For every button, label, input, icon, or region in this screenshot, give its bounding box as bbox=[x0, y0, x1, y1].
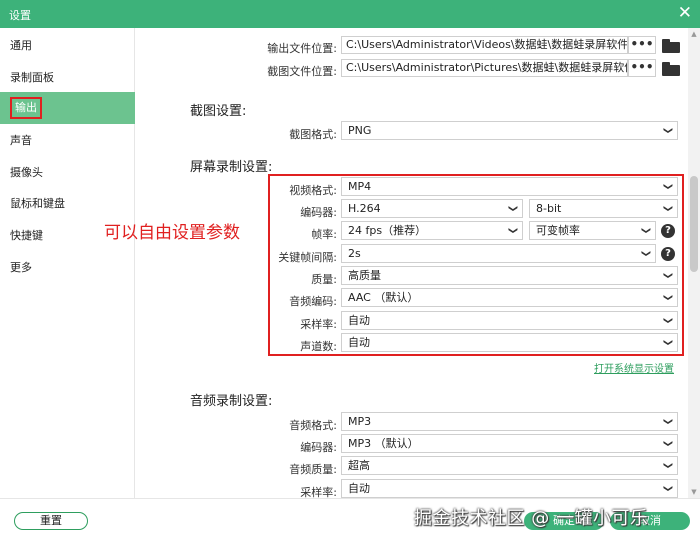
screen-recording-settings-title: 屏幕录制设置: bbox=[190, 160, 273, 175]
select-value: 超高 bbox=[348, 459, 370, 472]
audio-format-select[interactable]: MP3 ❯ bbox=[341, 412, 678, 431]
scroll-down-icon[interactable]: ▼ bbox=[690, 488, 698, 496]
footer: 重置 确定 取消 掘金技术社区 @ 一罐小可乐 bbox=[0, 498, 700, 543]
chevron-down-icon: ❯ bbox=[662, 484, 673, 493]
sidebar-item-label: 鼠标和键盘 bbox=[10, 197, 65, 210]
window-title: 设置 bbox=[9, 9, 31, 22]
screenshot-format-select[interactable]: PNG ❯ bbox=[341, 121, 678, 140]
annotation-highlight-box bbox=[268, 174, 684, 356]
audio-quality-label: 音频质量: bbox=[289, 463, 337, 476]
audio-recording-settings-title: 音频录制设置: bbox=[190, 394, 273, 409]
chevron-down-icon: ❯ bbox=[662, 126, 673, 135]
sidebar-item-label: 声音 bbox=[10, 134, 32, 147]
scroll-thumb[interactable] bbox=[690, 176, 698, 272]
open-display-settings-link[interactable]: 打开系统显示设置 bbox=[594, 360, 674, 375]
watermark: 掘金技术社区 @ 一罐小可乐 bbox=[414, 508, 649, 529]
title-bar: 设置 ✕ bbox=[0, 0, 700, 28]
close-icon[interactable]: ✕ bbox=[678, 3, 692, 23]
browse-output-button[interactable]: ••• bbox=[628, 36, 656, 54]
sidebar-item-sound[interactable]: 声音 bbox=[0, 125, 135, 157]
select-value: PNG bbox=[348, 124, 372, 137]
folder-icon[interactable] bbox=[662, 39, 680, 53]
audio-sample-rate-select[interactable]: 自动 ❯ bbox=[341, 479, 678, 498]
screenshot-location-field[interactable]: C:\Users\Administrator\Pictures\数据蛙\数据蛙录… bbox=[341, 59, 628, 77]
sidebar-item-label: 更多 bbox=[10, 261, 32, 274]
scroll-up-icon[interactable]: ▲ bbox=[690, 30, 698, 38]
chevron-down-icon: ❯ bbox=[662, 417, 673, 426]
output-location-field[interactable]: C:\Users\Administrator\Videos\数据蛙\数据蛙录屏软… bbox=[341, 36, 628, 54]
browse-screenshot-button[interactable]: ••• bbox=[628, 59, 656, 77]
chevron-down-icon: ❯ bbox=[662, 461, 673, 470]
folder-icon[interactable] bbox=[662, 62, 680, 76]
sidebar-item-label: 快捷键 bbox=[10, 229, 43, 242]
sidebar-item-label: 通用 bbox=[10, 39, 32, 52]
select-value: MP3 （默认） bbox=[348, 437, 419, 450]
sidebar: 通用 录制面板 输出 声音 摄像头 鼠标和键盘 快捷键 更多 bbox=[0, 28, 135, 498]
screenshot-location-label: 截图文件位置: bbox=[267, 65, 337, 78]
sidebar-item-camera[interactable]: 摄像头 bbox=[0, 157, 135, 189]
sidebar-item-general[interactable]: 通用 bbox=[0, 30, 135, 62]
sidebar-item-output[interactable]: 输出 bbox=[0, 92, 135, 124]
sidebar-item-label: 摄像头 bbox=[10, 166, 43, 179]
audio-encoder-select[interactable]: MP3 （默认） ❯ bbox=[341, 434, 678, 453]
chevron-down-icon: ❯ bbox=[662, 439, 673, 448]
reset-button[interactable]: 重置 bbox=[14, 512, 88, 530]
screenshot-format-label: 截图格式: bbox=[289, 128, 337, 141]
audio-quality-select[interactable]: 超高 ❯ bbox=[341, 456, 678, 475]
sidebar-item-more[interactable]: 更多 bbox=[0, 252, 135, 284]
audio-encoder-label: 编码器: bbox=[300, 441, 337, 454]
scrollbar[interactable]: ▲ ▼ bbox=[688, 28, 700, 498]
sidebar-item-label: 输出 bbox=[10, 97, 42, 119]
screenshot-settings-title: 截图设置: bbox=[190, 104, 247, 119]
sidebar-item-recording-panel[interactable]: 录制面板 bbox=[0, 62, 135, 94]
select-value: 自动 bbox=[348, 482, 370, 495]
sidebar-item-label: 录制面板 bbox=[10, 71, 54, 84]
output-location-label: 输出文件位置: bbox=[267, 42, 337, 55]
sidebar-item-mouse-keyboard[interactable]: 鼠标和键盘 bbox=[0, 188, 135, 220]
audio-format-label: 音频格式: bbox=[289, 419, 337, 432]
select-value: MP3 bbox=[348, 415, 372, 428]
annotation-text: 可以自由设置参数 bbox=[104, 223, 240, 243]
